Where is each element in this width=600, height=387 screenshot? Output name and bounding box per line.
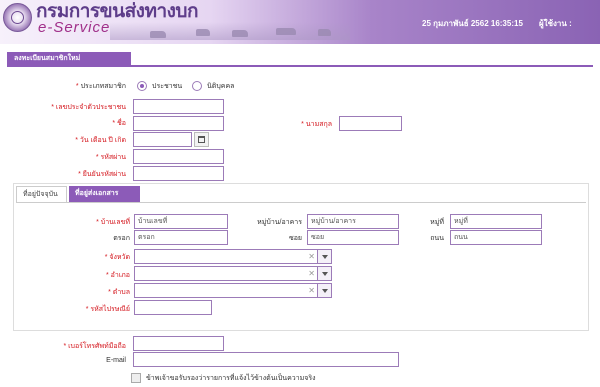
member-type-label: * ประเภทสมาชิก [75,83,126,90]
soi-input[interactable] [307,230,399,245]
postcode-input[interactable] [134,300,212,315]
last-name-input[interactable] [339,116,402,131]
village-input[interactable] [307,214,399,229]
confirm-password-label: * ยืนยันรหัสผ่าน [78,171,126,178]
first-name-input[interactable] [133,116,224,131]
car-decoration [232,30,248,37]
confirm-password-input[interactable] [133,166,224,181]
chevron-down-icon[interactable] [317,250,331,263]
birthdate-label: * วัน เดือน ปี เกิด [75,137,126,144]
member-type-juristic-label: นิติบุคคล [207,83,235,90]
page-title-tab: ลงทะเบียนสมาชิกใหม่ [7,52,131,65]
province-label: * จังหวัด [104,254,130,261]
house-no-label: * บ้านเลขที่ [96,219,130,226]
chevron-down-icon[interactable] [317,284,331,297]
tab-current-address[interactable]: ที่อยู่ปัจจุบัน [16,186,67,202]
car-decoration [196,29,210,36]
chevron-down-icon[interactable] [317,267,331,280]
tab-mailing-address[interactable]: ที่อยู่ส่งเอกสาร [69,186,140,202]
moo-input[interactable] [450,214,542,229]
mobile-label: * เบอร์โทรศัพท์มือถือ [63,343,126,350]
brand-subtitle: e-Service [38,19,111,36]
trok-input[interactable] [134,230,228,245]
house-no-input[interactable] [134,214,228,229]
clear-icon[interactable]: ✕ [308,269,315,279]
tab-divider [16,202,586,203]
last-name-label: * นามสกุล [301,121,332,128]
village-label: หมู่บ้าน/อาคาร [257,219,302,226]
clear-icon[interactable]: ✕ [308,286,315,296]
clear-icon[interactable]: ✕ [308,252,315,262]
id-card-label: * เลขประจำตัวประชาชน [51,104,126,111]
district-label: * อำเภอ [105,272,130,279]
member-type-radio-citizen[interactable] [137,81,147,91]
trok-label: ตรอก [113,235,130,242]
moo-label: หมู่ที่ [430,219,444,226]
calendar-icon [198,136,205,143]
truck-decoration [276,28,296,35]
car-decoration [150,31,166,38]
consent-checkbox[interactable] [131,373,141,383]
first-name-label: * ชื่อ [112,120,126,127]
header-datetime: 25 กุมภาพันธ์ 2562 16:35:15 [422,19,523,28]
district-select[interactable]: ✕ [134,266,332,281]
member-type-citizen-label: ประชาชน [152,83,183,90]
member-type-radio-juristic[interactable] [192,81,202,91]
mobile-input[interactable] [133,336,224,351]
id-card-input[interactable] [133,99,224,114]
subdistrict-select[interactable]: ✕ [134,283,332,298]
road-label: ถนน [430,235,444,242]
province-select[interactable]: ✕ [134,249,332,264]
calendar-button[interactable] [194,132,209,147]
road-input[interactable] [450,230,542,245]
birthdate-input[interactable] [133,132,192,147]
subdistrict-label: * ตำบล [108,289,130,296]
dlt-seal-logo [3,3,32,32]
soi-label: ซอย [288,235,302,242]
header-road-decoration [110,22,350,40]
password-input[interactable] [133,149,224,164]
email-label: E-mail [106,357,126,364]
site-header: กรมการขนส่งทางบก e-Service 25 กุมภาพันธ์… [0,0,600,44]
password-label: * รหัสผ่าน [95,154,126,161]
header-user-label: ผู้ใช้งาน : [539,19,572,28]
page-tab-divider [7,65,593,67]
postcode-label: * รหัสไปรษณีย์ [85,306,130,313]
email-input[interactable] [133,352,399,367]
car-decoration [318,29,331,36]
consent-label: ข้าพเจ้าขอรับรองว่ารายการที่แจ้งไว้ข้างต… [146,375,316,382]
